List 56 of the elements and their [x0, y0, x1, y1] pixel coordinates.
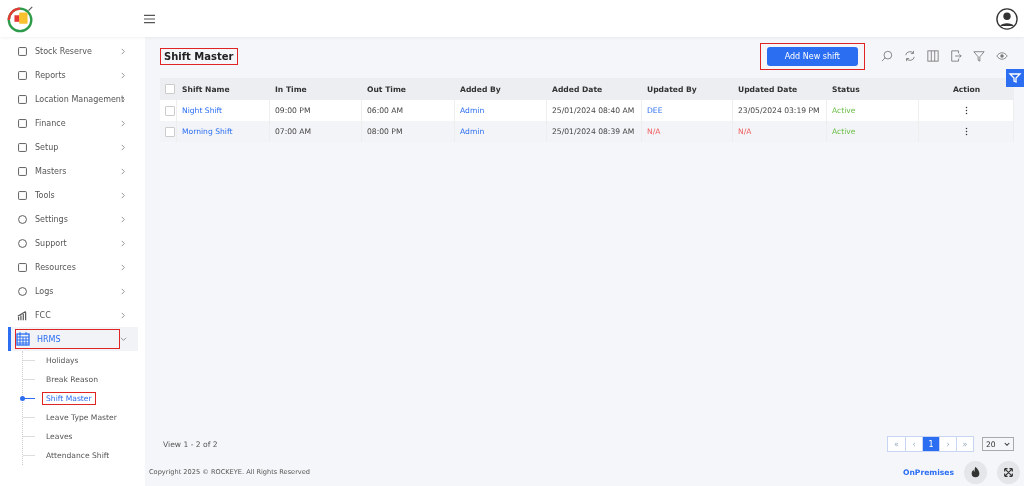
- sidebar-item[interactable]: Settings: [0, 207, 145, 231]
- sidebar-item[interactable]: Reports: [0, 63, 145, 87]
- menu-item-icon: [17, 69, 28, 81]
- menu-icon[interactable]: [144, 13, 155, 24]
- chevron-icon: [120, 119, 127, 127]
- sidebar-item[interactable]: Logs: [0, 279, 145, 303]
- menu-item-icon: [17, 165, 28, 177]
- sidebar-item[interactable]: Support: [0, 231, 145, 255]
- chevron-icon: [120, 263, 127, 271]
- page-title: Shift Master: [160, 47, 238, 65]
- menu-item-icon: [17, 285, 28, 297]
- sidebar-item[interactable]: Stock Reserve: [0, 39, 145, 63]
- eye-icon[interactable]: [996, 50, 1008, 62]
- filter-icon[interactable]: [973, 50, 985, 62]
- add-new-shift-button[interactable]: Add New shift: [766, 46, 858, 66]
- row-checkbox[interactable]: [165, 126, 175, 137]
- chevron-icon: [120, 191, 127, 199]
- sidebar-item[interactable]: Location Management: [0, 87, 145, 111]
- chevron-icon: [120, 143, 127, 151]
- menu-item-icon: [17, 45, 28, 57]
- sidebar-item[interactable]: Tools: [0, 183, 145, 207]
- fullscreen-icon[interactable]: [997, 460, 1020, 484]
- select-all-checkbox[interactable]: [165, 84, 175, 94]
- menu-item-icon: [17, 237, 28, 249]
- chevron-icon: [120, 71, 127, 79]
- flame-icon[interactable]: [964, 460, 987, 484]
- refresh-icon[interactable]: [904, 50, 916, 62]
- menu-item-icon: [17, 213, 28, 225]
- row-checkbox[interactable]: [165, 105, 175, 116]
- chevron-icon: [120, 47, 127, 55]
- menu-item-icon: [17, 309, 28, 321]
- menu-item-icon: [17, 189, 28, 201]
- chevron-icon: [120, 167, 127, 175]
- sidebar-item[interactable]: FCC: [0, 303, 145, 327]
- pagination-button[interactable]: 1: [922, 437, 939, 451]
- columns-icon[interactable]: [927, 50, 939, 62]
- menu-item-icon: [17, 261, 28, 273]
- sidebar-item[interactable]: Finance: [0, 111, 145, 135]
- chevron-icon: [120, 215, 127, 223]
- filter-icon[interactable]: [1006, 69, 1024, 87]
- export-icon[interactable]: [950, 50, 962, 62]
- sidebar-item[interactable]: Setup: [0, 135, 145, 159]
- avatar-icon[interactable]: [996, 7, 1018, 30]
- caret-icon: [1004, 441, 1010, 447]
- sidebar-item[interactable]: Masters: [0, 159, 145, 183]
- sidebar-item[interactable]: HRMS: [8, 327, 138, 351]
- chevron-icon: [120, 239, 127, 247]
- sidebar-item[interactable]: Resources: [0, 255, 145, 279]
- menu-item-icon: [17, 141, 28, 153]
- chevron-icon: [120, 287, 127, 295]
- menu-item-icon: [17, 93, 28, 105]
- menu-item-icon: [17, 117, 28, 129]
- chevron-icon: [120, 335, 127, 343]
- chevron-icon: [120, 311, 127, 319]
- menu-item-icon: [16, 332, 30, 346]
- search-icon[interactable]: [881, 50, 893, 62]
